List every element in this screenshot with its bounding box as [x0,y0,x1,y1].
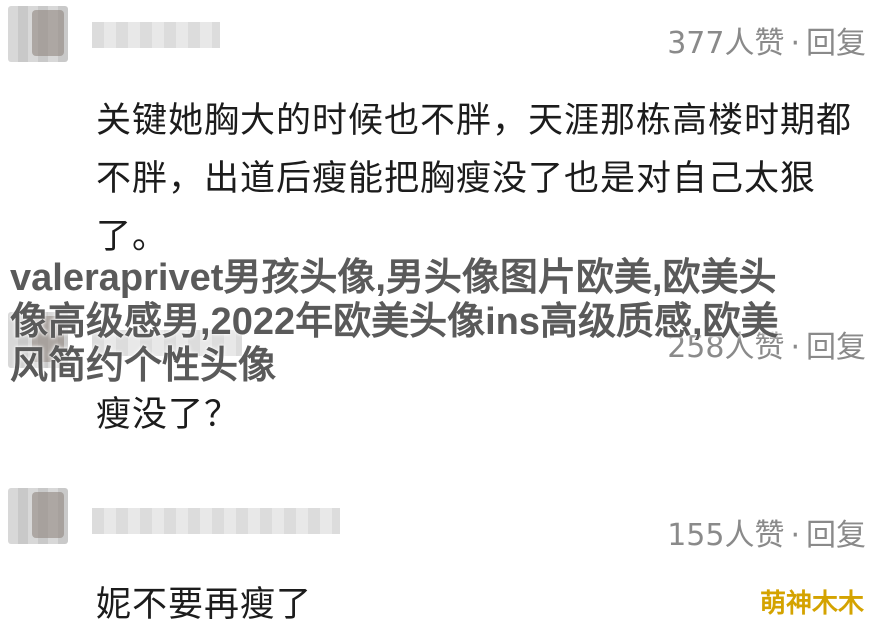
comment-meta: 377人赞 · 回复 [667,18,866,62]
meta-separator: · [790,26,800,61]
username-blurred[interactable] [92,22,220,48]
comment-text: 关键她胸大的时候也不胖，天涯那栋高楼时期都不胖，出道后瘦能把胸瘦没了也是对自己太… [96,101,853,257]
meta-separator: · [790,518,800,553]
reply-button[interactable]: 回复 [806,330,866,365]
comment-text: 妮不要再瘦了 [96,585,313,625]
comment-meta: 155人赞 · 回复 [667,510,866,554]
overlay-caption: valeraprivet男孩头像,男头像图片欧美,欧美头像高级感男,2022年欧… [10,257,779,387]
like-count[interactable]: 377人赞 [667,26,784,61]
comment-item: 377人赞 · 回复 关键她胸大的时候也不胖，天涯那栋高楼时期都不胖，出道后瘦能把胸… [0,0,878,258]
watermark: 萌神木木 [759,589,864,619]
comment-text: 瘦没了？ [96,395,241,435]
comment-item: 155人赞 · 回复 妮不要再瘦了 [0,482,878,634]
avatar[interactable] [8,6,68,62]
reply-button[interactable]: 回复 [806,26,866,61]
like-count[interactable]: 155人赞 [667,518,784,553]
avatar[interactable] [8,488,68,544]
username-blurred[interactable] [92,508,340,534]
reply-button[interactable]: 回复 [806,518,866,553]
